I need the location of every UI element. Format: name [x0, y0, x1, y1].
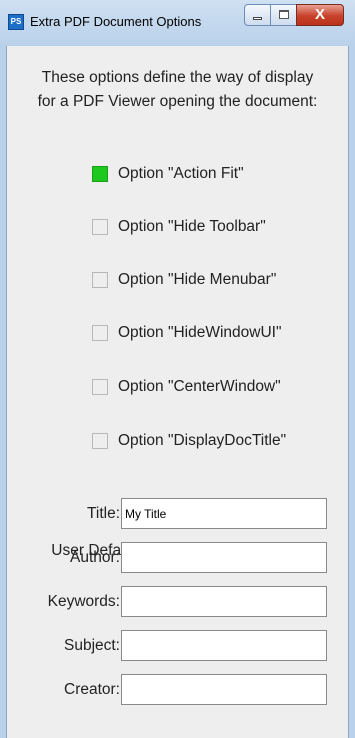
option-label: Option "Hide Toolbar" — [118, 218, 266, 235]
option-action-fit[interactable]: Option "Action Fit" — [92, 163, 244, 185]
minimize-button[interactable] — [244, 4, 271, 26]
caption-buttons: X — [244, 4, 344, 28]
keywords-label: Keywords: — [47, 593, 120, 610]
field-row-keywords: Keywords: — [7, 586, 348, 618]
checkbox-hide-menubar[interactable] — [92, 272, 108, 288]
creator-field[interactable] — [121, 674, 327, 705]
window-title: Extra PDF Document Options — [30, 14, 202, 29]
creator-label: Creator: — [64, 681, 120, 698]
option-hide-window-ui[interactable]: Option "HideWindowUI" — [92, 322, 281, 344]
author-field[interactable] — [121, 542, 327, 573]
intro-text: These options define the way of display … — [7, 66, 348, 114]
subject-field[interactable] — [121, 630, 327, 661]
option-label: Option "CenterWindow" — [118, 378, 281, 395]
subject-label: Subject: — [63, 637, 120, 654]
checkbox-hide-toolbar[interactable] — [92, 219, 108, 235]
title-label: Title: — [86, 505, 120, 522]
field-row-title: Title: — [7, 498, 348, 530]
keywords-field[interactable] — [121, 586, 327, 617]
option-label: Option "HideWindowUI" — [118, 324, 282, 341]
author-label: Author: — [70, 549, 120, 566]
checkbox-center-window[interactable] — [92, 379, 108, 395]
option-hide-toolbar[interactable]: Option "Hide Toolbar" — [92, 216, 266, 238]
option-label: Option "DisplayDocTitle" — [118, 432, 287, 449]
field-row-author: Author: — [7, 542, 348, 574]
option-center-window[interactable]: Option "CenterWindow" — [92, 376, 281, 398]
intro-line-2: for a PDF Viewer opening the document: — [37, 93, 318, 110]
checkbox-hide-window-ui[interactable] — [92, 325, 108, 341]
option-display-doc-title[interactable]: Option "DisplayDocTitle" — [92, 430, 286, 452]
close-icon: X — [314, 6, 325, 23]
minimize-icon — [253, 17, 262, 20]
ps-app-icon: PS — [8, 14, 24, 30]
checkbox-display-doc-title[interactable] — [92, 433, 108, 449]
close-button[interactable]: X — [296, 4, 344, 26]
dialog-window: PS Extra PDF Document Options X These op… — [0, 0, 355, 738]
maximize-button[interactable] — [270, 4, 297, 26]
option-label: Option "Hide Menubar" — [118, 271, 277, 288]
title-bar[interactable]: PS Extra PDF Document Options X — [0, 0, 355, 46]
option-hide-menubar[interactable]: Option "Hide Menubar" — [92, 269, 276, 291]
field-row-subject: Subject: — [7, 630, 348, 662]
checkbox-action-fit[interactable] — [92, 166, 108, 182]
option-label: Option "Action Fit" — [118, 165, 244, 182]
intro-line-1: These options define the way of display — [41, 69, 314, 86]
title-field[interactable] — [121, 498, 327, 529]
maximize-icon — [279, 10, 289, 19]
dialog-body: These options define the way of display … — [6, 46, 349, 738]
field-row-creator: Creator: — [7, 674, 348, 706]
